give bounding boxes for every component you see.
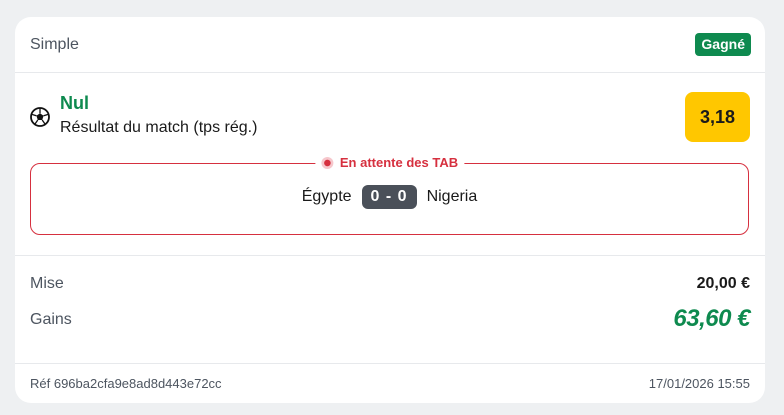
result-badge: Gagné xyxy=(695,33,751,56)
market-name: Résultat du match (tps rég.) xyxy=(60,119,258,136)
bet-type-label: Simple xyxy=(30,35,79,53)
winnings-value: 63,60 € xyxy=(673,305,750,332)
match-score: 0 - 0 xyxy=(361,185,417,209)
match-teams: Égypte 0 - 0 Nigeria xyxy=(31,185,748,209)
bet-reference: Réf 696ba2cfa9e8ad8d443e72cc xyxy=(30,376,222,391)
bet-card: Simple Gagné Nul Résultat du match (tps … xyxy=(15,17,765,403)
match-box[interactable]: En attente des TAB Égypte 0 - 0 Nigeria xyxy=(30,155,749,235)
winnings-label: Gains xyxy=(30,311,72,328)
soccer-ball-icon xyxy=(30,107,50,127)
match-status-label: En attente des TAB xyxy=(339,155,459,170)
away-team: Nigeria xyxy=(426,188,478,205)
match-status: En attente des TAB xyxy=(314,155,465,170)
home-team: Égypte xyxy=(301,188,352,205)
bet-footer: Réf 696ba2cfa9e8ad8d443e72cc 17/01/2026 … xyxy=(30,376,750,391)
live-dot-icon xyxy=(320,156,333,169)
selection-row: Nul Résultat du match (tps rég.) 3,18 xyxy=(15,73,765,145)
stake-value: 20,00 € xyxy=(696,275,750,292)
bet-card-header: Simple Gagné xyxy=(15,17,765,73)
divider xyxy=(15,363,765,364)
bet-datetime: 17/01/2026 15:55 xyxy=(648,376,750,391)
selection-name: Nul xyxy=(60,93,89,113)
odds-badge: 3,18 xyxy=(685,92,750,142)
stake-label: Mise xyxy=(30,275,64,292)
divider xyxy=(15,255,765,256)
